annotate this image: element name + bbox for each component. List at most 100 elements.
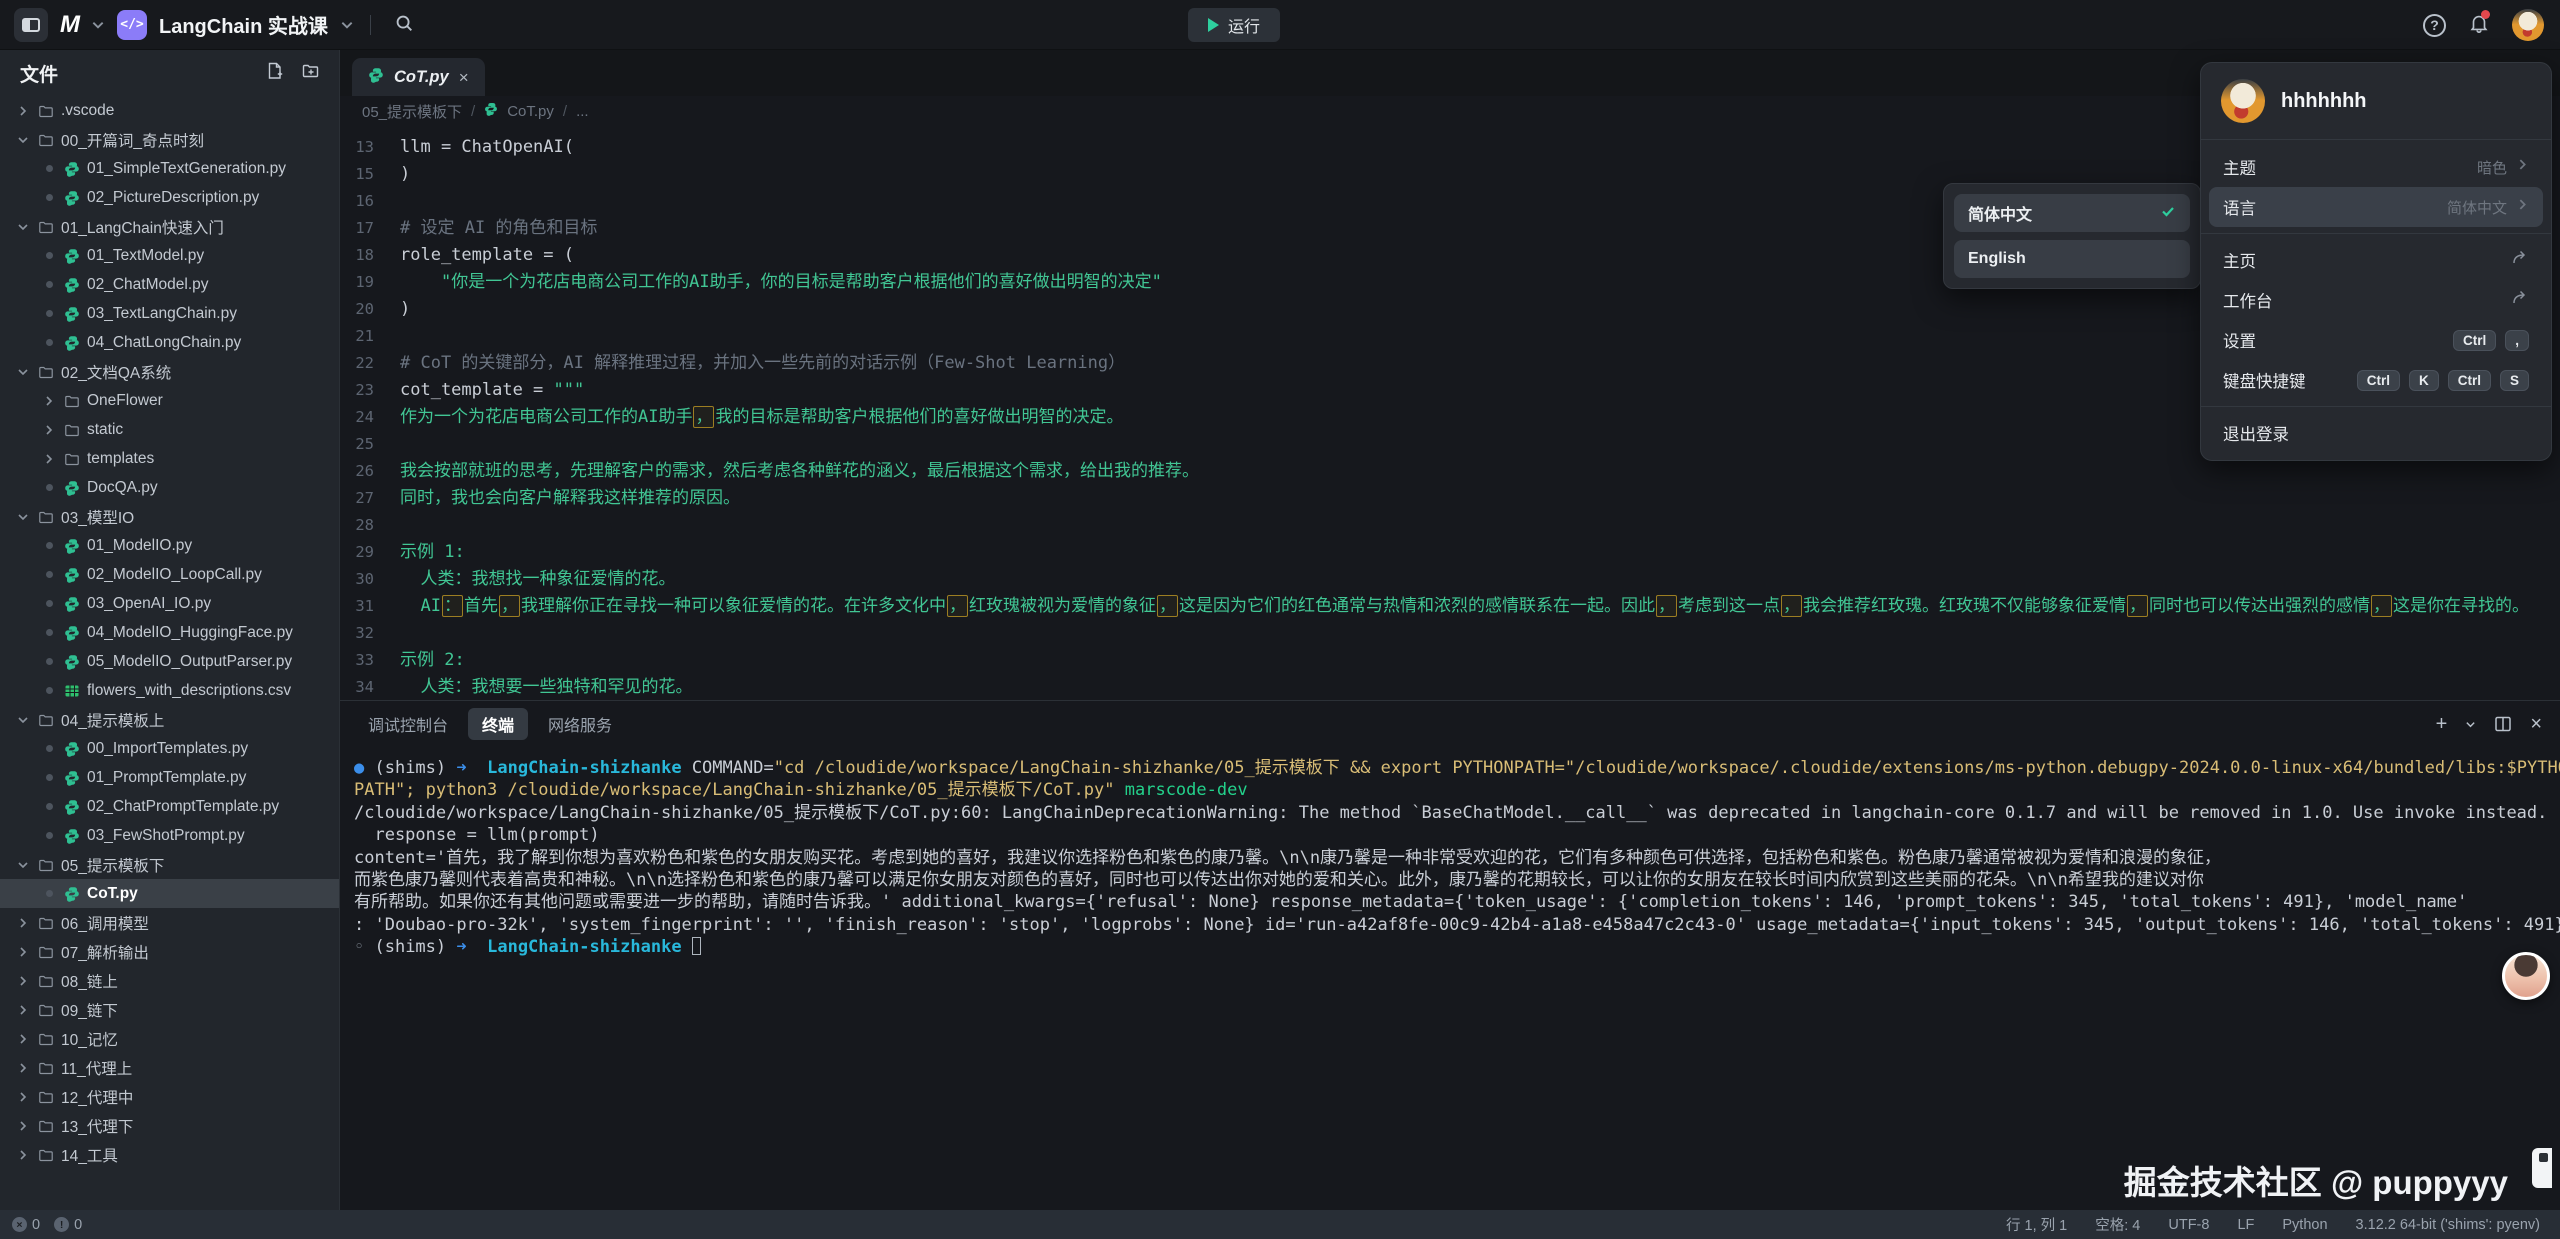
tree-file[interactable]: 04_ChatLongChain.py	[0, 328, 339, 357]
tree-folder[interactable]: 06_调用模型	[0, 908, 339, 937]
terminal-tab-2[interactable]: 网络服务	[534, 708, 626, 740]
plus-icon[interactable]: +	[2436, 713, 2448, 736]
notifications-button[interactable]	[2468, 12, 2490, 39]
tree-folder[interactable]: 00_开篇词_奇点时刻	[0, 125, 339, 154]
chevron-down-icon[interactable]	[16, 714, 30, 726]
menu-item-1[interactable]: 语言简体中文	[2209, 187, 2543, 227]
status-item-2[interactable]: UTF-8	[2168, 1217, 2209, 1233]
marscode-logo[interactable]: M	[60, 11, 79, 39]
terminal-output[interactable]: ● (shims) ➜ LangChain-shizhanke COMMAND=…	[340, 747, 2560, 1210]
tab-cot-py[interactable]: CoT.py ×	[352, 58, 485, 96]
menu-item-6[interactable]: 键盘快捷键CtrlKCtrlS	[2209, 360, 2543, 400]
status-item-1[interactable]: 空格: 4	[2095, 1214, 2140, 1235]
tree-folder[interactable]: 12_代理中	[0, 1082, 339, 1111]
tree-folder[interactable]: 07_解析输出	[0, 937, 339, 966]
chevron-right-icon[interactable]	[16, 975, 30, 987]
tree-file[interactable]: 01_SimpleTextGeneration.py	[0, 154, 339, 183]
tree-file[interactable]: 00_ImportTemplates.py	[0, 734, 339, 763]
tree-file[interactable]: 03_FewShotPrompt.py	[0, 821, 339, 850]
close-icon[interactable]: ×	[2530, 713, 2542, 736]
chevron-down-icon[interactable]	[16, 221, 30, 233]
status-item-0[interactable]: 行 1, 列 1	[2006, 1214, 2067, 1235]
tree-folder[interactable]: templates	[0, 444, 339, 473]
tree-file[interactable]: 02_ChatPromptTemplate.py	[0, 792, 339, 821]
tree-file[interactable]: 01_TextModel.py	[0, 241, 339, 270]
tree-file[interactable]: DocQA.py	[0, 473, 339, 502]
tree-folder[interactable]: 10_记忆	[0, 1024, 339, 1053]
chevron-right-icon[interactable]	[16, 1004, 30, 1016]
tree-folder[interactable]: 05_提示模板下	[0, 850, 339, 879]
tree-folder[interactable]: 01_LangChain快速入门	[0, 212, 339, 241]
chevron-right-icon[interactable]	[16, 946, 30, 958]
tree-file[interactable]: CoT.py	[0, 879, 339, 908]
new-folder-icon[interactable]	[301, 61, 321, 86]
chevron-right-icon[interactable]	[16, 1091, 30, 1103]
tree-file[interactable]: 04_ModelIO_HuggingFace.py	[0, 618, 339, 647]
tree-file[interactable]: 03_OpenAI_IO.py	[0, 589, 339, 618]
tree-file[interactable]: 01_PromptTemplate.py	[0, 763, 339, 792]
tree-file[interactable]: 02_ChatModel.py	[0, 270, 339, 299]
status-item-5[interactable]: 3.12.2 64-bit ('shims': pyenv)	[2356, 1217, 2540, 1233]
user-avatar[interactable]	[2512, 9, 2544, 41]
menu-item-8[interactable]: 退出登录	[2209, 413, 2543, 453]
chevron-down-icon[interactable]	[16, 366, 30, 378]
tree-folder[interactable]: 02_文档QA系统	[0, 357, 339, 386]
sidebar-toggle-button[interactable]	[14, 8, 48, 42]
chevron-right-icon[interactable]	[16, 1120, 30, 1132]
run-button[interactable]: 运行	[1188, 8, 1280, 42]
language-option-1[interactable]: English	[1954, 240, 2190, 278]
tree-file[interactable]: 02_ModelIO_LoopCall.py	[0, 560, 339, 589]
breadcrumb-file[interactable]: CoT.py	[507, 103, 554, 120]
tree-file[interactable]: flowers_with_descriptions.csv	[0, 676, 339, 705]
chevron-right-icon[interactable]	[16, 105, 30, 117]
close-icon[interactable]: ×	[459, 69, 469, 86]
chevron-right-icon[interactable]	[42, 424, 56, 436]
warnings-indicator[interactable]: ! 0	[54, 1217, 82, 1233]
search-button[interactable]	[387, 11, 421, 38]
chevron-right-icon[interactable]	[16, 1149, 30, 1161]
help-icon[interactable]: ?	[2423, 14, 2446, 37]
menu-item-0[interactable]: 主题暗色	[2209, 147, 2543, 187]
language-option-0[interactable]: 简体中文	[1954, 194, 2190, 232]
chevron-right-icon[interactable]	[42, 395, 56, 407]
new-file-icon[interactable]	[265, 61, 285, 86]
chevron-down-icon[interactable]	[2465, 719, 2476, 730]
tree-folder[interactable]: 13_代理下	[0, 1111, 339, 1140]
tree-file[interactable]: 01_ModelIO.py	[0, 531, 339, 560]
status-item-4[interactable]: Python	[2282, 1217, 2327, 1233]
errors-indicator[interactable]: × 0	[12, 1217, 40, 1233]
tree-folder[interactable]: 11_代理上	[0, 1053, 339, 1082]
tree-folder[interactable]: 03_模型IO	[0, 502, 339, 531]
split-panel-icon[interactable]	[2494, 715, 2512, 733]
chevron-down-icon[interactable]	[340, 18, 354, 32]
breadcrumb-folder[interactable]: 05_提示模板下	[362, 101, 462, 122]
terminal-tab-1[interactable]: 终端	[468, 708, 528, 740]
chevron-right-icon[interactable]	[16, 1062, 30, 1074]
chevron-down-icon[interactable]	[16, 511, 30, 523]
tree-folder[interactable]: static	[0, 415, 339, 444]
status-item-3[interactable]: LF	[2237, 1217, 2254, 1233]
chevron-down-icon[interactable]	[16, 134, 30, 146]
menu-item-5[interactable]: 设置Ctrl,	[2209, 320, 2543, 360]
assistant-avatar[interactable]	[2502, 952, 2550, 1000]
breadcrumb-symbol[interactable]: ...	[576, 103, 589, 120]
tree-file[interactable]: 02_PictureDescription.py	[0, 183, 339, 212]
chevron-down-icon[interactable]	[91, 18, 105, 32]
menu-item-4[interactable]: 工作台	[2209, 280, 2543, 320]
tree-folder[interactable]: .vscode	[0, 96, 339, 125]
panel-handle-button[interactable]	[2532, 1148, 2552, 1188]
tree-file[interactable]: 05_ModelIO_OutputParser.py	[0, 647, 339, 676]
tree-folder[interactable]: OneFlower	[0, 386, 339, 415]
chevron-right-icon[interactable]	[42, 453, 56, 465]
tree-folder[interactable]: 09_链下	[0, 995, 339, 1024]
chevron-down-icon[interactable]	[16, 859, 30, 871]
menu-item-3[interactable]: 主页	[2209, 240, 2543, 280]
tree-file[interactable]: 03_TextLangChain.py	[0, 299, 339, 328]
terminal-tab-0[interactable]: 调试控制台	[354, 708, 462, 740]
chevron-right-icon[interactable]	[16, 917, 30, 929]
tree-folder[interactable]: 04_提示模板上	[0, 705, 339, 734]
tree-folder[interactable]: 14_工具	[0, 1140, 339, 1169]
tree-folder[interactable]: 08_链上	[0, 966, 339, 995]
chevron-right-icon[interactable]	[16, 1033, 30, 1045]
project-title[interactable]: LangChain 实战课	[159, 10, 328, 39]
